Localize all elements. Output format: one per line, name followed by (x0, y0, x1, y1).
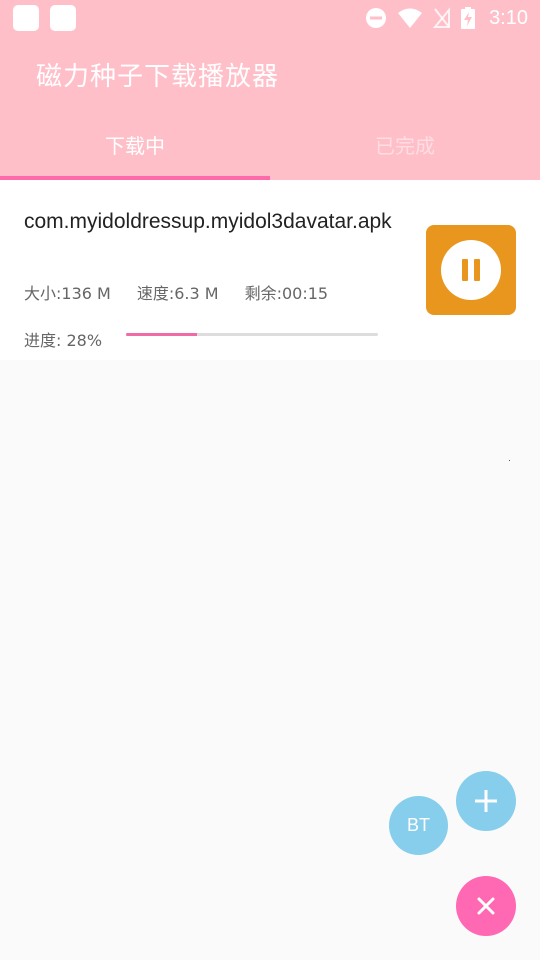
status-icons: 3:10 (365, 6, 528, 30)
do-not-disturb-icon (366, 8, 387, 28)
tab-downloading[interactable]: 下载中 (0, 130, 270, 159)
close-menu-button[interactable] (456, 876, 516, 936)
close-icon (477, 897, 495, 915)
pause-icon (441, 240, 501, 300)
progress-bar (126, 333, 378, 336)
app-square-icon (13, 5, 39, 31)
progress-label: 进度: 28% (24, 331, 103, 350)
progress-fill (126, 333, 197, 336)
plus-icon (475, 790, 497, 812)
page-title: 磁力种子下载播放器 (36, 62, 280, 92)
bt-label: BT (406, 815, 430, 835)
file-size: 大小:136 M (24, 284, 111, 303)
time-remaining: 剩余:00:15 (244, 284, 329, 303)
app-square-icon (50, 5, 76, 31)
tab-completed[interactable]: 已完成 (270, 130, 540, 159)
battery-charging-icon (461, 7, 476, 29)
speck (509, 460, 510, 461)
app-bar: 磁力种子下载播放器 下载中 已完成 (0, 36, 540, 180)
status-bar: 3:10 (0, 0, 540, 36)
bt-button[interactable]: BT (389, 796, 448, 855)
download-meta: 大小:136 M 速度:6.3 M 剩余:00:15 (24, 280, 328, 304)
wifi-icon (398, 8, 423, 28)
download-item[interactable]: com.myidoldressup.myidol3davatar.apk 大小:… (0, 180, 540, 360)
file-name: com.myidoldressup.myidol3davatar.apk (24, 210, 392, 233)
clock: 3:10 (489, 6, 528, 29)
add-button[interactable] (456, 771, 516, 831)
download-speed: 速度:6.3 M (136, 284, 219, 303)
pause-button[interactable] (426, 225, 516, 315)
screen: 3:10 磁力种子下载播放器 下载中 已完成 com.myidoldressup… (0, 0, 540, 960)
no-signal-icon (433, 7, 451, 28)
